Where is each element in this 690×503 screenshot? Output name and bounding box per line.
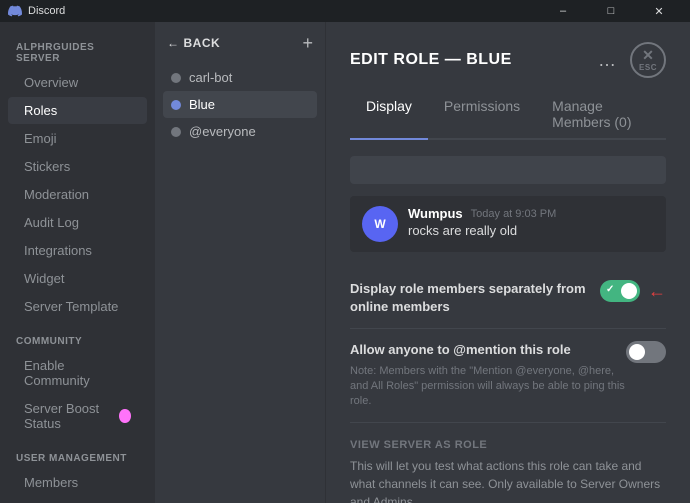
esc-label: ESC xyxy=(639,63,657,72)
sidebar-item-roles[interactable]: Roles xyxy=(8,97,147,124)
app-title: Discord xyxy=(28,5,65,17)
more-options-button[interactable]: … xyxy=(592,48,622,73)
main-content: EDIT ROLE — BLUE … ✕ ESC Display Permiss… xyxy=(325,22,690,503)
sidebar-item-server-template[interactable]: Server Template xyxy=(8,293,147,320)
view-server-section: VIEW SERVER AS ROLE This will let you te… xyxy=(350,423,666,503)
preview-text: Wumpus Today at 9:03 PM rocks are really… xyxy=(408,206,654,238)
sidebar-item-invites[interactable]: Invites xyxy=(8,497,147,503)
add-role-button[interactable]: + xyxy=(302,34,313,52)
header-actions: … ✕ ESC xyxy=(592,42,666,78)
maximize-button[interactable]: □ xyxy=(588,0,634,22)
tab-display[interactable]: Display xyxy=(350,90,428,140)
setting-row-display: Display role members separately from onl… xyxy=(350,268,666,329)
preview-username: Wumpus xyxy=(408,206,463,221)
setting-row-mention: Allow anyone to @mention this role Note:… xyxy=(350,329,666,422)
setting-controls-mention xyxy=(626,341,666,363)
edit-role-header: EDIT ROLE — BLUE … ✕ ESC xyxy=(350,42,666,78)
minimize-button[interactable]: – xyxy=(540,0,586,22)
boost-badge-icon xyxy=(119,409,131,423)
role-item-everyone[interactable]: @everyone xyxy=(163,118,317,145)
role-item-blue[interactable]: Blue xyxy=(163,91,317,118)
sidebar-server-label: ALPHRGUIDES SERVER xyxy=(0,34,155,68)
title-bar: Discord – □ ✕ xyxy=(0,0,690,22)
edit-role-title: EDIT ROLE — BLUE xyxy=(350,51,512,69)
toggle-check-icon: ✓ xyxy=(606,284,614,295)
back-arrow-icon: ← xyxy=(167,36,180,50)
role-name: @everyone xyxy=(189,124,256,139)
preview-message: rocks are really old xyxy=(408,223,654,238)
color-input-bar[interactable] xyxy=(350,156,666,184)
preview-block: W Wumpus Today at 9:03 PM rocks are real… xyxy=(350,196,666,252)
sidebar-item-widget[interactable]: Widget xyxy=(8,265,147,292)
back-label: BACK xyxy=(184,36,221,50)
view-server-description: This will let you test what actions this… xyxy=(350,457,666,503)
role-name: carl-bot xyxy=(189,70,232,85)
setting-note-mention: Note: Members with the "Mention @everyon… xyxy=(350,364,626,410)
toggle-allow-mention[interactable] xyxy=(626,341,666,363)
role-dot xyxy=(171,73,181,83)
sidebar-item-emoji[interactable]: Emoji xyxy=(8,125,147,152)
close-button[interactable]: ✕ xyxy=(636,0,682,22)
role-dot xyxy=(171,100,181,110)
sidebar-item-integrations[interactable]: Integrations xyxy=(8,237,147,264)
setting-label-mention: Allow anyone to @mention this role xyxy=(350,342,571,357)
tab-permissions[interactable]: Permissions xyxy=(428,90,536,140)
tab-manage-members[interactable]: Manage Members (0) xyxy=(536,90,666,140)
avatar: W xyxy=(362,206,398,242)
discord-icon xyxy=(8,4,22,18)
toggle-display-separate[interactable]: ✓ xyxy=(600,280,640,302)
title-bar-left: Discord xyxy=(8,4,65,18)
role-item-carlbot[interactable]: carl-bot xyxy=(163,64,317,91)
sidebar-item-overview[interactable]: Overview xyxy=(8,69,147,96)
sidebar-item-server-boost[interactable]: Server Boost Status xyxy=(8,395,147,437)
close-x-icon: ✕ xyxy=(642,48,654,62)
role-name: Blue xyxy=(189,97,215,112)
setting-controls-display: ✓ ← xyxy=(600,280,666,302)
preview-timestamp: Today at 9:03 PM xyxy=(471,208,557,220)
sidebar-item-audit-log[interactable]: Audit Log xyxy=(8,209,147,236)
toggle-knob xyxy=(629,344,645,360)
setting-label-mention-block: Allow anyone to @mention this role Note:… xyxy=(350,341,626,409)
sidebar-item-members[interactable]: Members xyxy=(8,469,147,496)
sidebar-user-mgmt-label: USER MANAGEMENT xyxy=(0,445,155,468)
sidebar-community-label: COMMUNITY xyxy=(0,328,155,351)
red-arrow-indicator: ← xyxy=(648,282,666,300)
sidebar: ALPHRGUIDES SERVER Overview Roles Emoji … xyxy=(0,22,155,503)
window-controls[interactable]: – □ ✕ xyxy=(540,0,682,22)
sidebar-item-moderation[interactable]: Moderation xyxy=(8,181,147,208)
view-server-title: VIEW SERVER AS ROLE xyxy=(350,439,666,451)
app-body: ALPHRGUIDES SERVER Overview Roles Emoji … xyxy=(0,22,690,503)
sidebar-item-stickers[interactable]: Stickers xyxy=(8,153,147,180)
esc-close-button[interactable]: ✕ ESC xyxy=(630,42,666,78)
setting-label-display: Display role members separately from onl… xyxy=(350,280,600,316)
toggle-knob xyxy=(621,283,637,299)
middle-panel: ← BACK + carl-bot Blue @everyone xyxy=(155,22,325,503)
middle-header: ← BACK + xyxy=(163,34,317,52)
tabs: Display Permissions Manage Members (0) xyxy=(350,90,666,140)
role-dot xyxy=(171,127,181,137)
sidebar-item-enable-community[interactable]: Enable Community xyxy=(8,352,147,394)
preview-name-row: Wumpus Today at 9:03 PM xyxy=(408,206,654,221)
back-button[interactable]: ← BACK xyxy=(167,36,220,50)
